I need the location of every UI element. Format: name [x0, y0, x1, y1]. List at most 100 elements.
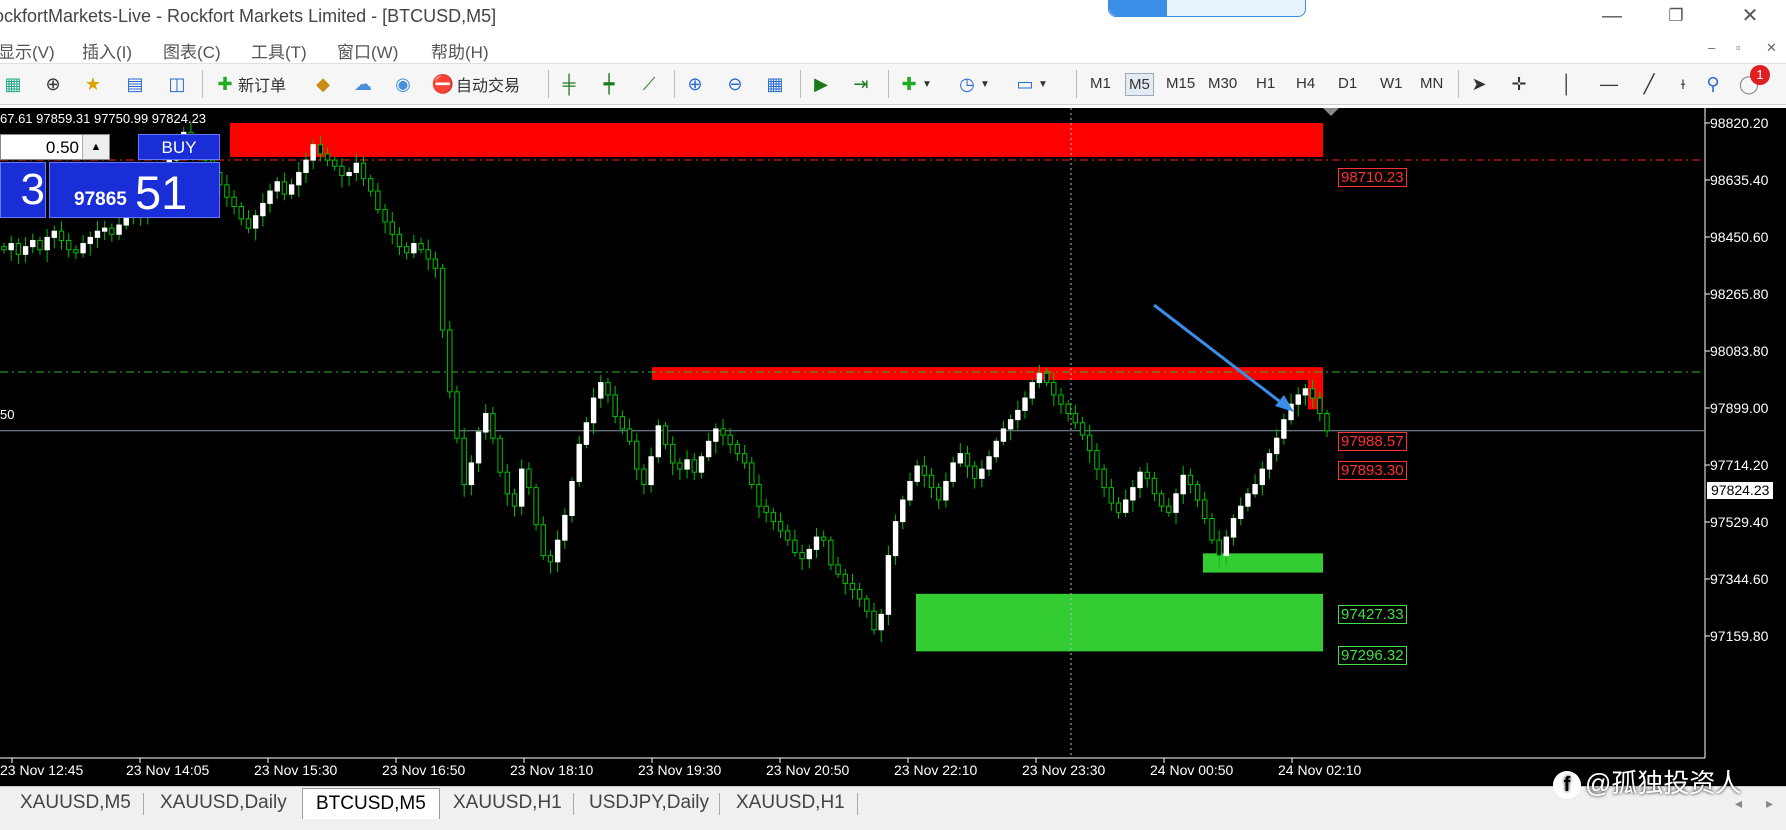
- candlestick-button[interactable]: ┿: [596, 71, 622, 97]
- price-level-label[interactable]: 98710.23: [1338, 168, 1407, 187]
- indicators-button[interactable]: ✚ ▼: [896, 71, 931, 97]
- notifications-button[interactable]: ◯ 1: [1736, 65, 1770, 97]
- vertical-line-icon: │: [1561, 73, 1573, 94]
- navigator-button[interactable]: ⊕: [40, 71, 66, 97]
- templates-button[interactable]: ▭ ▼: [1012, 71, 1047, 97]
- timeframe-m1[interactable]: M1: [1087, 73, 1114, 94]
- timeframe-m15[interactable]: M15: [1163, 73, 1198, 94]
- tester-icon: ◫: [168, 73, 186, 94]
- zoom-in-button[interactable]: ⊕: [682, 71, 708, 97]
- price-level-label[interactable]: 97427.33: [1338, 605, 1407, 624]
- timeframe-w1[interactable]: W1: [1377, 73, 1406, 94]
- candle-body: [770, 511, 777, 523]
- lot-size-input[interactable]: 0.50 ▲: [0, 134, 110, 160]
- signals-button[interactable]: ☁: [350, 71, 376, 97]
- candle-body: [1173, 493, 1179, 513]
- price-chart[interactable]: [0, 108, 1786, 786]
- cloud-user-icon: ☁: [354, 73, 372, 94]
- search-button[interactable]: ⚲: [1700, 71, 1726, 97]
- candle-body: [835, 564, 841, 575]
- zoom-out-button[interactable]: ⊖: [722, 71, 748, 97]
- price-level-label[interactable]: 97988.57: [1338, 432, 1407, 451]
- candle-body: [856, 589, 863, 600]
- timeframe-h4[interactable]: H4: [1293, 73, 1318, 94]
- menu-insert[interactable]: 插入(I): [82, 38, 132, 63]
- favorites-button[interactable]: ★: [80, 71, 106, 97]
- price-level-label[interactable]: 97893.30: [1338, 461, 1407, 480]
- candle-body: [749, 462, 755, 486]
- candle-body: [1180, 474, 1186, 495]
- restore-button[interactable]: ❐: [1656, 4, 1696, 28]
- mdi-minimize-button[interactable]: –: [1708, 40, 1715, 55]
- tile-windows-button[interactable]: ▦: [762, 71, 788, 97]
- tab-usdjpy-daily[interactable]: USDJPY,Daily: [589, 790, 709, 816]
- menu-bar: 显示(V) 插入(I) 图表(C) 工具(T) 窗口(W) 帮助(H) – ▫ …: [0, 33, 1786, 64]
- terminal-button[interactable]: ▤: [122, 71, 148, 97]
- strategy-tester-button[interactable]: ◫: [164, 71, 190, 97]
- candle-body: [626, 428, 633, 442]
- candle-body: [741, 453, 748, 464]
- timeframe-d1[interactable]: D1: [1335, 73, 1360, 94]
- candle-body: [1, 246, 7, 251]
- x-axis-label: 24 Nov 00:50: [1150, 762, 1234, 778]
- price-level-label[interactable]: 97296.32: [1338, 646, 1407, 665]
- timeframe-m30[interactable]: M30: [1205, 73, 1240, 94]
- tab-xauusd-h1[interactable]: XAUUSD,H1: [453, 790, 562, 816]
- mdi-close-button[interactable]: ✕: [1766, 40, 1777, 56]
- candle-body: [80, 243, 86, 254]
- candle-body: [1065, 403, 1071, 414]
- floating-search-widget[interactable]: [1108, 0, 1306, 17]
- candle-body: [1072, 412, 1079, 424]
- x-axis-label: 23 Nov 18:10: [510, 762, 594, 778]
- chart-window[interactable]: 67.61 97859.31 97750.99 97824.23 0.50 ▲ …: [0, 108, 1786, 786]
- tab-btcusd-m5[interactable]: BTCUSD,M5: [302, 788, 440, 819]
- candle-body: [238, 205, 244, 220]
- buy-button[interactable]: BUY: [138, 134, 220, 160]
- candle-body: [1144, 471, 1150, 479]
- candle-body: [820, 536, 827, 541]
- lot-up-arrow-icon[interactable]: ▲: [82, 135, 109, 159]
- floating-widget-button[interactable]: [1109, 0, 1167, 16]
- trendline-button[interactable]: ╱: [1636, 71, 1662, 97]
- candle-body: [842, 573, 848, 584]
- menu-view[interactable]: 显示(V): [0, 38, 55, 63]
- timeframe-h1[interactable]: H1: [1253, 73, 1278, 94]
- close-button[interactable]: ✕: [1730, 4, 1770, 28]
- horizontal-line-button[interactable]: —: [1596, 71, 1622, 97]
- menu-help[interactable]: 帮助(H): [431, 38, 489, 63]
- annotation-arrow-line: [1153, 303, 1284, 406]
- candle-body: [490, 412, 496, 439]
- timeframe-m5[interactable]: M5: [1125, 73, 1154, 96]
- market-watch-button[interactable]: ▦: [0, 71, 26, 97]
- auto-scroll-button[interactable]: ▶: [808, 71, 834, 97]
- sell-price-button[interactable]: 3: [0, 162, 46, 218]
- candle-body: [605, 382, 611, 396]
- buy-price-button[interactable]: 97865 51: [49, 162, 220, 219]
- chart-shift-button[interactable]: ⇥: [848, 71, 874, 97]
- new-order-button[interactable]: ✚ 新订单: [212, 71, 286, 97]
- terminal-window-icon: ▤: [126, 73, 144, 94]
- tab-xauusd-daily[interactable]: XAUUSD,Daily: [160, 790, 287, 816]
- menu-window[interactable]: 窗口(W): [337, 38, 398, 63]
- crosshair-button[interactable]: ✛: [1506, 71, 1532, 97]
- periods-button[interactable]: ◷ ▼: [954, 71, 990, 97]
- menu-chart[interactable]: 图表(C): [163, 38, 221, 63]
- tabs-scroll-right-icon[interactable]: ▸: [1766, 795, 1773, 812]
- more-tools-button[interactable]: ɫ: [1670, 71, 1696, 97]
- vertical-line-button[interactable]: │: [1554, 71, 1580, 97]
- cursor-button[interactable]: ➤: [1466, 71, 1492, 97]
- candle-body: [332, 159, 338, 167]
- status-bar: [0, 820, 1786, 830]
- auto-trading-button[interactable]: ⛔ 自动交易: [430, 71, 520, 97]
- candle-body: [267, 190, 273, 204]
- tab-xauusd-h1-2[interactable]: XAUUSD,H1: [736, 790, 845, 816]
- tab-xauusd-m5[interactable]: XAUUSD,M5: [20, 790, 131, 816]
- line-chart-button[interactable]: ⟋: [636, 71, 662, 97]
- market-button[interactable]: ◉: [390, 71, 416, 97]
- bar-chart-button[interactable]: ╪: [556, 71, 582, 97]
- metaeditor-button[interactable]: ◆: [310, 71, 336, 97]
- mdi-restore-button[interactable]: ▫: [1736, 40, 1741, 55]
- menu-tools[interactable]: 工具(T): [251, 38, 307, 63]
- minimize-button[interactable]: —: [1592, 4, 1632, 28]
- timeframe-mn[interactable]: MN: [1417, 73, 1446, 94]
